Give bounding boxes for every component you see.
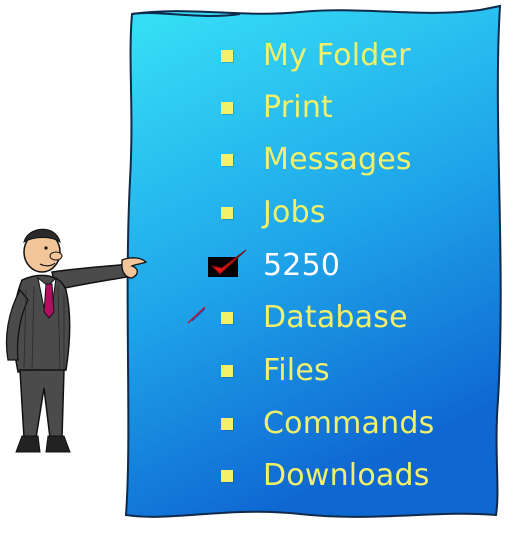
- menu-item-my-folder[interactable]: My Folder: [214, 36, 411, 76]
- square-bullet-icon: [221, 207, 233, 219]
- businessman-pointing-icon: [5, 228, 148, 453]
- menu-item-label: My Folder: [263, 38, 411, 73]
- menu-item-messages[interactable]: Messages: [214, 140, 412, 180]
- menu-item-label: Files: [263, 353, 330, 388]
- square-bullet-icon: [221, 418, 233, 430]
- menu-item-commands[interactable]: Commands: [214, 404, 434, 444]
- menu-item-label: Messages: [263, 142, 412, 177]
- square-bullet-icon: [221, 102, 233, 114]
- menu-item-label: Downloads: [263, 458, 430, 493]
- square-bullet-icon: [221, 154, 233, 166]
- menu-item-database[interactable]: Database: [214, 298, 408, 338]
- menu-item-5250[interactable]: 5250: [208, 246, 341, 286]
- menu-item-label: Commands: [263, 406, 435, 441]
- menu-item-jobs[interactable]: Jobs: [214, 193, 326, 233]
- menu-item-print[interactable]: Print: [214, 88, 333, 128]
- pen-cursor-icon: [187, 306, 206, 324]
- square-bullet-icon: [221, 312, 233, 324]
- square-bullet-icon: [221, 470, 233, 482]
- menu-item-files[interactable]: Files: [214, 351, 330, 391]
- square-bullet-icon: [221, 50, 233, 62]
- square-bullet-icon: [221, 365, 233, 377]
- menu-item-label: 5250: [263, 248, 341, 283]
- menu-item-label: Print: [263, 90, 334, 125]
- menu-item-label: Jobs: [263, 195, 326, 230]
- menu-item-downloads[interactable]: Downloads: [214, 456, 430, 496]
- menu-item-label: Database: [263, 300, 408, 335]
- checkmark-icon: [208, 249, 247, 277]
